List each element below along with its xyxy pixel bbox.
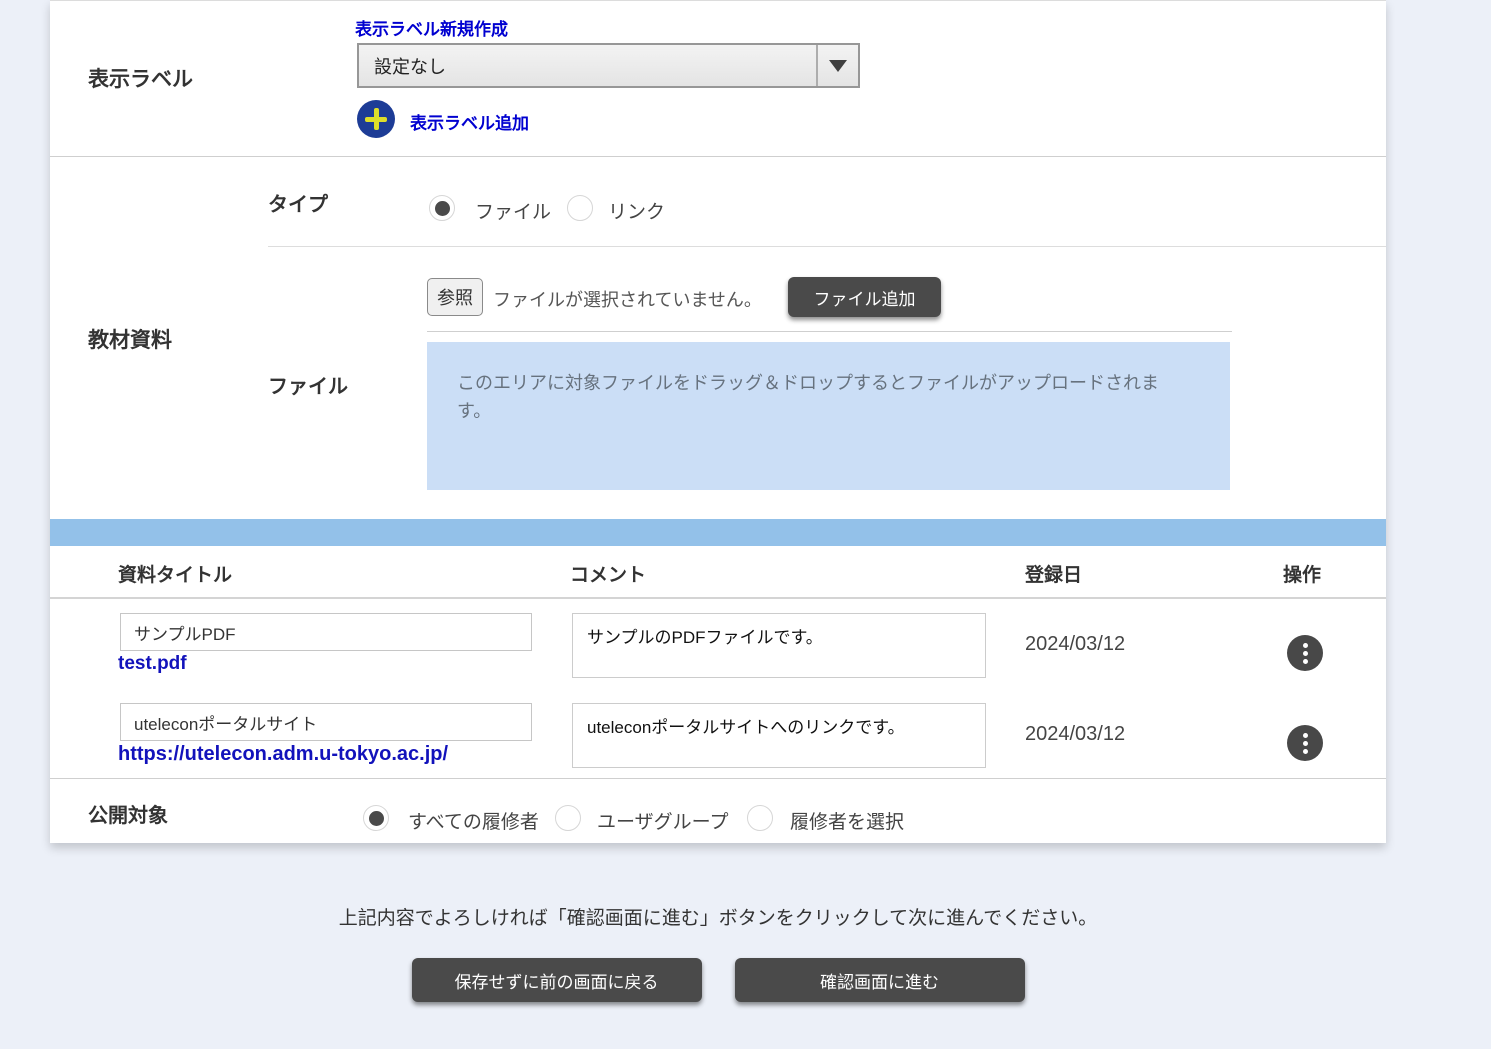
table-bottom-divider xyxy=(50,778,1386,779)
radio-type-link[interactable] xyxy=(567,195,593,221)
display-label-select[interactable]: 設定なし xyxy=(357,43,860,88)
create-display-label-link[interactable]: 表示ラベル新規作成 xyxy=(355,15,508,40)
radio-all-students-label: すべての履修者 xyxy=(408,807,539,834)
add-file-button[interactable]: ファイル追加 xyxy=(788,277,941,317)
radio-select-students-label: 履修者を選択 xyxy=(790,807,904,834)
material-title-input[interactable] xyxy=(120,703,532,741)
radio-user-group-label: ユーザグループ xyxy=(597,807,728,834)
header-comment: コメント xyxy=(570,560,646,587)
file-label: ファイル xyxy=(268,370,348,399)
display-label-select-value: 設定なし xyxy=(359,53,446,79)
material-url-link[interactable]: https://utelecon.adm.u-tokyo.ac.jp/ xyxy=(118,743,448,766)
file-divider xyxy=(427,331,1232,332)
radio-all-students[interactable] xyxy=(363,805,389,831)
radio-user-group[interactable] xyxy=(555,805,581,831)
row-divider xyxy=(50,156,1386,157)
header-actions: 操作 xyxy=(1283,560,1321,587)
file-dropzone[interactable]: このエリアに対象ファイルをドラッグ＆ドロップするとファイルがアップロードされます… xyxy=(427,342,1230,490)
radio-type-link-label: リンク xyxy=(608,197,665,224)
kebab-menu-icon xyxy=(1303,643,1308,648)
dropzone-text: このエリアに対象ファイルをドラッグ＆ドロップするとファイルがアップロードされます… xyxy=(427,342,1230,426)
no-file-selected-text: ファイルが選択されていません。 xyxy=(493,286,762,312)
radio-type-file[interactable] xyxy=(429,195,455,221)
chevron-down-icon xyxy=(816,45,858,86)
row-actions-button[interactable] xyxy=(1287,635,1323,671)
material-file-link[interactable]: test.pdf xyxy=(118,653,187,675)
form-panel: 表示ラベル 表示ラベル新規作成 設定なし 表示ラベル追加 教材資料 タイプ ファ… xyxy=(50,0,1386,843)
material-date: 2024/03/12 xyxy=(1025,723,1125,746)
material-comment-input[interactable]: uteleconポータルサイトへのリンクです。 xyxy=(572,703,986,768)
section-divider-bar xyxy=(50,519,1386,546)
kebab-menu-icon xyxy=(1303,733,1308,738)
radio-type-file-label: ファイル xyxy=(475,197,551,224)
proceed-button[interactable]: 確認画面に進む xyxy=(735,958,1025,1002)
row-actions-button[interactable] xyxy=(1287,725,1323,761)
add-display-label-button[interactable] xyxy=(357,100,395,138)
material-row-label: 教材資料 xyxy=(88,324,172,354)
publish-target-label: 公開対象 xyxy=(88,799,168,828)
radio-select-students[interactable] xyxy=(747,805,773,831)
footer-buttons: 保存せずに前の画面に戻る 確認画面に進む xyxy=(50,958,1386,1002)
material-comment-input[interactable]: サンプルのPDFファイルです。 xyxy=(572,613,986,678)
type-label: タイプ xyxy=(268,188,328,217)
back-button[interactable]: 保存せずに前の画面に戻る xyxy=(412,958,702,1002)
add-display-label-link[interactable]: 表示ラベル追加 xyxy=(410,109,529,134)
material-date: 2024/03/12 xyxy=(1025,633,1125,656)
header-date: 登録日 xyxy=(1025,560,1082,587)
footer-instruction: 上記内容でよろしければ「確認画面に進む」ボタンをクリックして次に進んでください。 xyxy=(50,903,1386,930)
sub-divider xyxy=(268,246,1386,247)
material-title-input[interactable] xyxy=(120,613,532,651)
header-title: 資料タイトル xyxy=(118,560,232,587)
file-browse-button[interactable]: 参照 xyxy=(427,278,483,316)
display-label-row-label: 表示ラベル xyxy=(88,63,193,93)
header-divider xyxy=(50,597,1386,599)
